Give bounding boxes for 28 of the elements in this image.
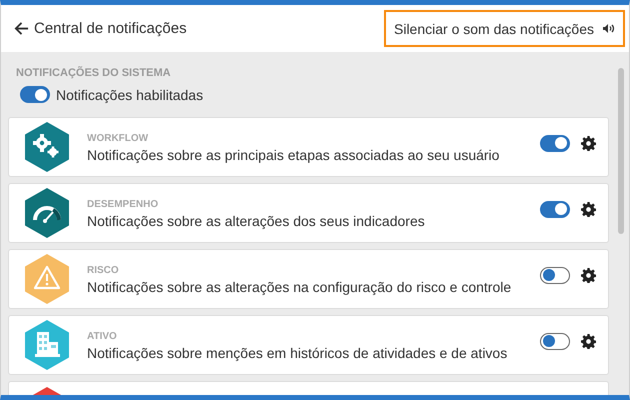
category-label: WORKFLOW bbox=[87, 133, 150, 144]
toggle-switch[interactable] bbox=[540, 134, 570, 152]
settings-icon bbox=[581, 334, 596, 348]
category-label: ATIVO bbox=[87, 331, 118, 342]
toggle-switch[interactable] bbox=[540, 200, 570, 218]
settings-button[interactable] bbox=[581, 334, 596, 348]
settings-icon bbox=[581, 202, 596, 216]
category-description: Notificações sobre menções em históricos de atividades e de ativos bbox=[87, 345, 508, 361]
toggle-switch[interactable] bbox=[540, 332, 570, 350]
settings-icon bbox=[581, 268, 596, 282]
category-label: RISCO bbox=[87, 265, 120, 276]
toggle-switch[interactable] bbox=[540, 266, 570, 284]
settings-icon bbox=[581, 136, 596, 150]
toggle-switch[interactable] bbox=[20, 86, 50, 103]
settings-button[interactable] bbox=[581, 268, 596, 282]
speaker-icon bbox=[603, 23, 615, 34]
back-arrow-icon bbox=[14, 21, 29, 36]
category-label: DESEMPENHO bbox=[87, 199, 160, 210]
scrollbar-thumb[interactable] bbox=[618, 68, 624, 234]
mute-button[interactable]: Silenciar o som das notificações bbox=[384, 10, 625, 47]
category-description: Notificações sobre as principais etapas associadas ao seu usuário bbox=[87, 147, 500, 163]
toggle-label: Notificações habilitadas bbox=[56, 86, 204, 102]
settings-button[interactable] bbox=[581, 136, 596, 150]
section-title: NOTIFICAÇÕES DO SISTEMA bbox=[16, 67, 172, 79]
category-description: Notificações sobre as alterações dos seus indicadores bbox=[87, 213, 426, 229]
category-description: Notificações sobre as alterações na configuração do risco e controle bbox=[87, 279, 512, 295]
back-button[interactable]: Central de notificações bbox=[14, 20, 187, 37]
settings-button[interactable] bbox=[581, 202, 596, 216]
